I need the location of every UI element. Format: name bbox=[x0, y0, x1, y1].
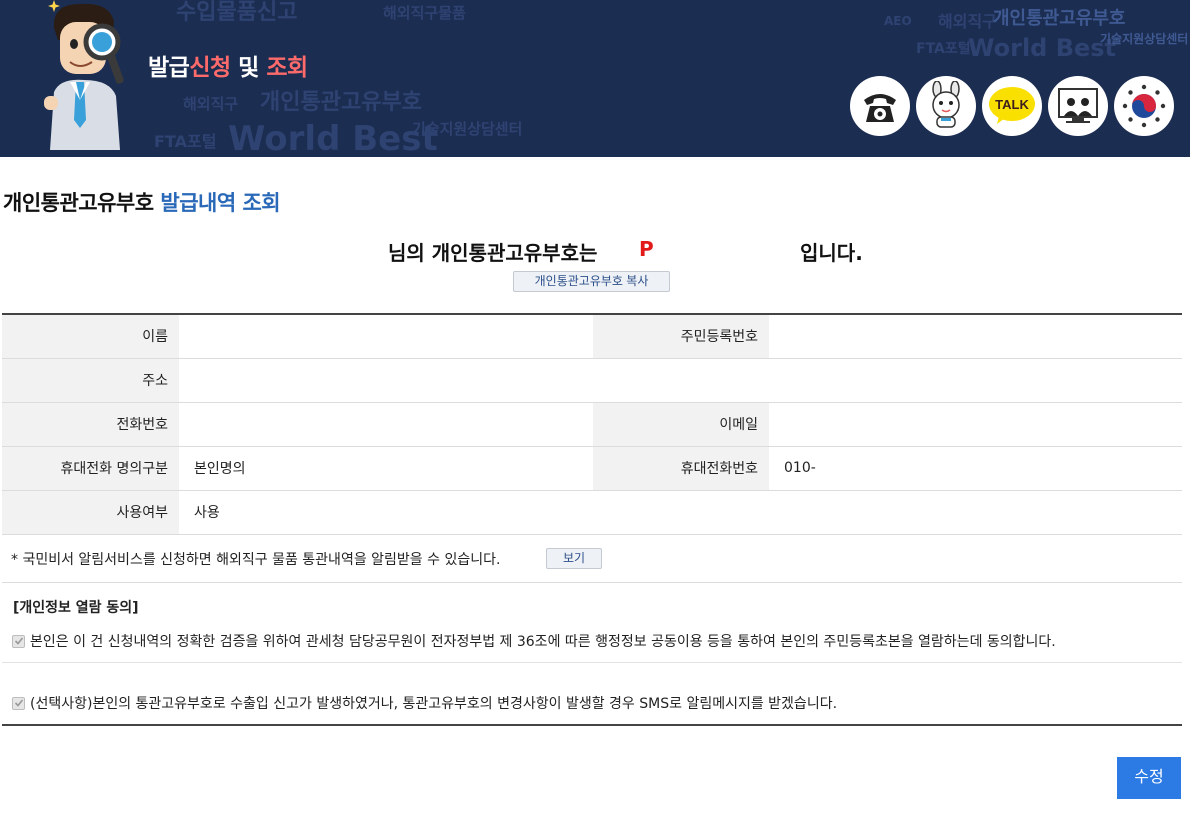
copy-customs-code-button[interactable]: 개인통관고유부호 복사 bbox=[513, 271, 670, 292]
check-icon bbox=[14, 637, 23, 645]
view-button[interactable]: 보기 bbox=[546, 548, 602, 569]
mobile-owner-label: 휴대전화 명의구분 bbox=[2, 446, 179, 491]
mascot-chat-icon[interactable] bbox=[916, 76, 976, 136]
mascot-illustration bbox=[44, 3, 124, 150]
phone-value bbox=[179, 402, 593, 447]
email-label: 이메일 bbox=[593, 402, 769, 447]
customs-code-result: 님의 개인통관고유부호는 P 입니다. bbox=[0, 237, 1190, 267]
banner-bg-word: 개인통관고유부호 bbox=[260, 90, 422, 115]
banner-bg-word: World Best bbox=[968, 34, 1117, 62]
edit-button[interactable]: 수정 bbox=[1117, 757, 1181, 799]
banner-title-accent: 신청 bbox=[189, 55, 231, 81]
consent-item-sms: (선택사항)본인의 통관고유부호로 수출입 신고가 발생하였거나, 통관고유부호… bbox=[12, 693, 837, 713]
banner-title: 발급신청 및 조회 bbox=[148, 48, 308, 82]
banner-bg-word: FTA포털 bbox=[154, 132, 217, 151]
consent-item-verification: 본인은 이 건 신청내역의 정확한 검증을 위하여 관세청 담당공무원이 전자정… bbox=[12, 631, 1056, 651]
table-row: 사용여부 사용 bbox=[2, 490, 1182, 535]
page-title-text: 개인통관고유부호 bbox=[3, 191, 161, 215]
issuance-info-table: 이름 주민등록번호 주소 전화번호 이메일 휴대전화 명의구분 본인명의 휴대전… bbox=[2, 313, 1182, 535]
banner-title-part: 및 bbox=[230, 55, 267, 81]
page-title-highlight: 발급내역 조회 bbox=[160, 191, 281, 215]
usage-value: 사용 bbox=[179, 490, 1182, 535]
divider bbox=[2, 662, 1182, 663]
usage-label: 사용여부 bbox=[2, 490, 179, 535]
banner-title-part: 발급 bbox=[148, 55, 190, 81]
table-row: 전화번호 이메일 bbox=[2, 402, 1182, 447]
banner-bg-word: 기술지원상담센터 bbox=[1100, 32, 1189, 46]
consent-text-verification: 본인은 이 건 신청내역의 정확한 검증을 위하여 관세청 담당공무원이 전자정… bbox=[30, 634, 1056, 650]
notice-row: * 국민비서 알림서비스를 신청하면 해외직구 물품 통관내역을 알림받을 수 … bbox=[2, 535, 1182, 583]
address-label: 주소 bbox=[2, 358, 179, 403]
result-suffix: 입니다. bbox=[800, 241, 863, 265]
banner-title-accent: 조회 bbox=[266, 55, 308, 81]
customs-code-value: P bbox=[639, 237, 654, 261]
star-icon bbox=[48, 0, 60, 12]
address-value bbox=[179, 358, 1182, 403]
consent-text-sms: (선택사항)본인의 통관고유부호로 수출입 신고가 발생하였거나, 통관고유부호… bbox=[30, 696, 838, 712]
banner-bg-word: 개인통관고유부호 bbox=[993, 8, 1126, 29]
banner-bg-word: FTA포털 bbox=[916, 41, 971, 57]
page-title: 개인통관고유부호 발급내역 조회 bbox=[3, 187, 281, 217]
header-banner: 수입물품신고 해외직구물품 개인통관고유부호 World Best 기술지원상담… bbox=[0, 0, 1190, 157]
rrn-label: 주민등록번호 bbox=[593, 314, 769, 359]
table-row: 휴대전화 명의구분 본인명의 휴대전화번호 010- bbox=[2, 446, 1182, 491]
mobile-owner-value: 본인명의 bbox=[179, 446, 593, 491]
banner-bg-word: 해외직구 bbox=[938, 12, 997, 31]
email-value bbox=[769, 402, 1182, 447]
notice-text: * 국민비서 알림서비스를 신청하면 해외직구 물품 통관내역을 알림받을 수 … bbox=[11, 552, 501, 568]
consent-checkbox-sms[interactable] bbox=[12, 696, 25, 710]
check-icon bbox=[14, 699, 23, 707]
quick-icons: TALK bbox=[850, 76, 1174, 136]
remote-support-icon[interactable] bbox=[1048, 76, 1108, 136]
government-emblem-icon[interactable] bbox=[1114, 76, 1174, 136]
mobile-value: 010- bbox=[769, 446, 1182, 491]
name-value bbox=[179, 314, 593, 359]
phone-label: 전화번호 bbox=[2, 402, 179, 447]
banner-bg-word: 기술지원상담센터 bbox=[412, 120, 523, 138]
table-row: 주소 bbox=[2, 358, 1182, 403]
table-row: 이름 주민등록번호 bbox=[2, 314, 1182, 359]
banner-bg-word: AEO bbox=[884, 14, 912, 28]
phone-icon[interactable] bbox=[850, 76, 910, 136]
consent-checkbox-verification[interactable] bbox=[12, 634, 25, 648]
consent-heading: [개인정보 열람 동의] bbox=[13, 600, 139, 616]
rrn-value bbox=[769, 314, 1182, 359]
name-label: 이름 bbox=[2, 314, 179, 359]
divider bbox=[2, 724, 1182, 726]
banner-bg-word: 해외직구물품 bbox=[383, 4, 466, 22]
banner-bg-word: World Best bbox=[228, 119, 438, 157]
kakao-talk-icon[interactable]: TALK bbox=[982, 76, 1042, 136]
mobile-label: 휴대전화번호 bbox=[593, 446, 769, 491]
banner-bg-word: 수입물품신고 bbox=[176, 0, 298, 25]
result-prefix: 님의 개인통관고유부호는 bbox=[388, 241, 598, 265]
banner-bg-word: 해외직구 bbox=[183, 95, 239, 113]
svg-text:TALK: TALK bbox=[995, 97, 1029, 112]
